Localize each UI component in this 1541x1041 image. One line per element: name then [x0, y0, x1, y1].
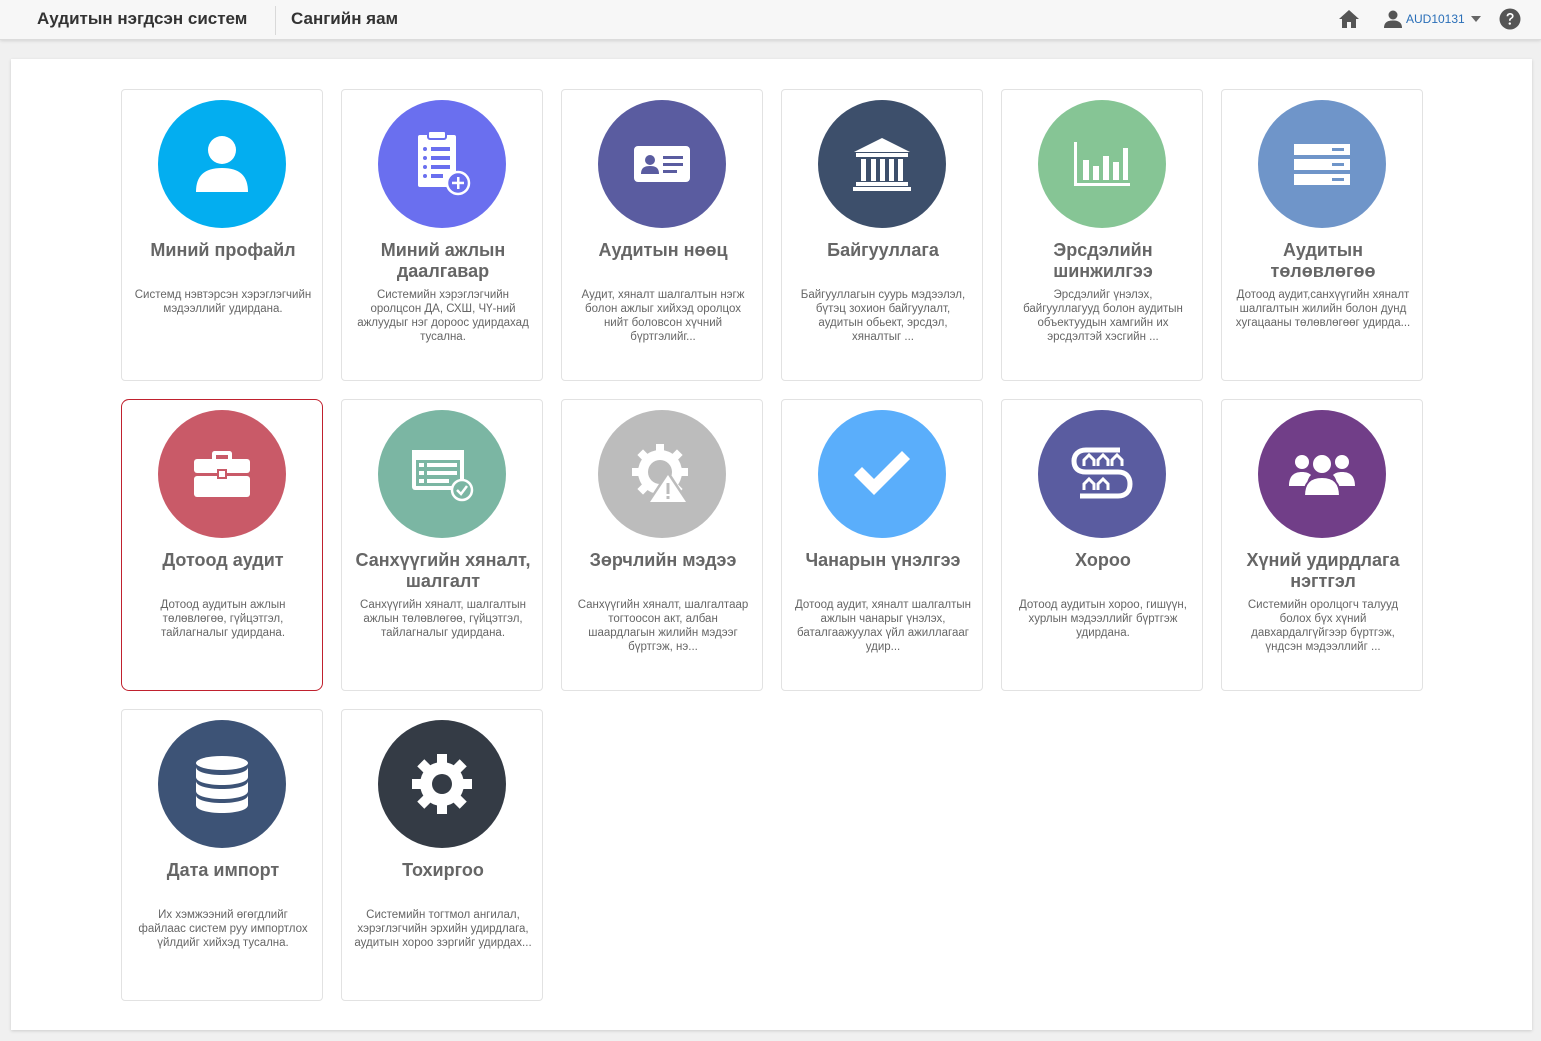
card-description: Системийн тогтмол ангилал, хэрэглэгчийн …: [354, 909, 532, 949]
card-title: Эрсдэлийн шинжилгээ: [1053, 240, 1153, 281]
card-icon-circle: [1038, 410, 1166, 538]
id-card-icon: [634, 146, 690, 182]
card-icon-circle: [1258, 100, 1386, 228]
card-title: Аудитын төлөвлөгөө: [1270, 240, 1376, 281]
caret-down-icon: [1470, 16, 1481, 22]
module-card-data-import[interactable]: Дата импорт Их хэмжээний өгөгдлийг файла…: [121, 709, 323, 1001]
module-card-audit-plan[interactable]: Аудитын төлөвлөгөө Дотоод аудит,санхүүги…: [1221, 89, 1423, 381]
module-card-risk-analysis[interactable]: Эрсдэлийн шинжилгээ Эрсдэлийг үнэлэх, ба…: [1001, 89, 1203, 381]
module-card-organization[interactable]: Байгууллага Байгууллагын суурь мэдээлэл,…: [781, 89, 983, 381]
card-description: Системийн хэрэглэгчийн оролцсон ДА, СХШ,…: [357, 289, 529, 343]
bank-building-icon: [853, 138, 911, 191]
card-icon-circle: [158, 720, 286, 848]
clipboard-list-icon: [418, 130, 471, 196]
card-icon-circle: [1038, 100, 1166, 228]
card-icon-circle: [818, 410, 946, 538]
home-icon[interactable]: [1338, 9, 1360, 29]
card-title: Тохиргоо: [402, 860, 484, 880]
card-description: Дотоод аудитын хороо, гишүүн, хурлын мэд…: [1019, 599, 1187, 639]
card-description: Дотоод аудит, хяналт шалгалтын ажлын чан…: [795, 599, 971, 653]
card-title: Миний профайл: [150, 240, 296, 260]
card-description: Санхүүгийн хяналт, шалгалтаар тогтоосон …: [577, 599, 749, 653]
card-title: Байгууллага: [827, 240, 939, 260]
user-icon: [196, 136, 248, 192]
organization-title: Сангийн яам: [291, 9, 399, 28]
checkmark-icon: [854, 451, 910, 495]
card-title: Санхүүгийн хяналт, шалгалт: [355, 550, 531, 591]
card-title: Хороо: [1075, 550, 1131, 570]
module-card-violations[interactable]: Зөрчлийн мэдээ Санхүүгийн хяналт, шалгал…: [561, 399, 763, 691]
card-title: Дата импорт: [166, 860, 280, 880]
bar-chart-icon: [1074, 142, 1130, 186]
card-icon-circle: [598, 410, 726, 538]
database-icon: [196, 756, 248, 813]
card-title: Аудитын нөөц: [598, 240, 728, 260]
module-card-quality-assessment[interactable]: Чанарын үнэлгээ Дотоод аудит, хяналт шал…: [781, 399, 983, 691]
module-card-settings[interactable]: Тохиргоо Системийн тогтмол ангилал, хэрэ…: [341, 709, 543, 1001]
card-title: Зөрчлийн мэдээ: [589, 550, 737, 570]
users-group-icon: [1289, 453, 1355, 497]
card-title: Чанарын үнэлгээ: [805, 550, 961, 570]
form-check-icon: [412, 450, 474, 502]
module-card-people-management[interactable]: Хүний удирдлага нэгтгэл Системийн оролцо…: [1221, 399, 1423, 691]
card-title: Дотоод аудит: [162, 550, 284, 570]
header-divider: [275, 6, 276, 35]
module-card-my-profile[interactable]: Миний профайл Системд нэвтэрсэн хэрэглэг…: [121, 89, 323, 381]
settings-gear-icon: [412, 754, 472, 814]
card-icon-circle: [378, 410, 506, 538]
card-description: Их хэмжээний өгөгдлийг файлаас систем ру…: [138, 909, 308, 949]
user-icon: [1384, 10, 1402, 28]
module-card-committee[interactable]: Хороо Дотоод аудитын хороо, гишүүн, хурл…: [1001, 399, 1203, 691]
card-icon-circle: [158, 410, 286, 538]
module-card-financial-control[interactable]: Санхүүгийн хяналт, шалгалт Санхүүгийн хя…: [341, 399, 543, 691]
app-title[interactable]: Аудитын нэгдсэн систем: [37, 9, 247, 29]
help-icon[interactable]: [1499, 8, 1521, 30]
card-description: Системд нэвтэрсэн хэрэглэгчийн мэдээллий…: [134, 289, 312, 315]
card-icon-circle: [1258, 410, 1386, 538]
card-description: Дотоод аудитын ажлын төлөвлөгөө, гүйцэтг…: [160, 599, 286, 639]
gear-warning-icon: [632, 444, 690, 504]
top-navbar: Аудитын нэгдсэн систем Сангийн яам AUD10…: [0, 0, 1541, 40]
card-icon-circle: [158, 100, 286, 228]
card-description: Эрсдэлийг үнэлэх, байгууллагууд болон ау…: [1023, 289, 1183, 343]
briefcase-icon: [194, 451, 250, 497]
card-icon-circle: [378, 720, 506, 848]
modules-panel: Миний профайл Системд нэвтэрсэн хэрэглэг…: [11, 59, 1532, 1030]
user-menu[interactable]: AUD10131: [1383, 9, 1481, 29]
card-title: Миний ажлын даалгавар: [380, 240, 506, 281]
card-description: Дотоод аудит,санхүүгийн хяналт шалгалтын…: [1235, 289, 1411, 329]
committee-houses-icon: [1071, 447, 1133, 499]
server-list-icon: [1294, 144, 1350, 185]
card-description: Байгууллагын суурь мэдээлэл, бүтэц зохио…: [800, 289, 966, 343]
username-label: AUD10131: [1406, 12, 1465, 26]
module-card-my-tasks[interactable]: Миний ажлын даалгавар Системийн хэрэглэг…: [341, 89, 543, 381]
card-description: Системийн оролцогч талууд болох бүх хүни…: [1247, 599, 1399, 653]
card-icon-circle: [598, 100, 726, 228]
card-description: Аудит, хяналт шалгалтын нэгж болон ажлыг…: [581, 289, 745, 343]
card-title: Хүний удирдлага нэгтгэл: [1246, 550, 1400, 591]
card-icon-circle: [818, 100, 946, 228]
module-card-internal-audit[interactable]: Дотоод аудит Дотоод аудитын ажлын төлөвл…: [121, 399, 323, 691]
module-card-audit-resource[interactable]: Аудитын нөөц Аудит, хяналт шалгалтын нэг…: [561, 89, 763, 381]
card-description: Санхүүгийн хяналт, шалгалтын ажлын төлөв…: [359, 599, 527, 639]
card-icon-circle: [378, 100, 506, 228]
